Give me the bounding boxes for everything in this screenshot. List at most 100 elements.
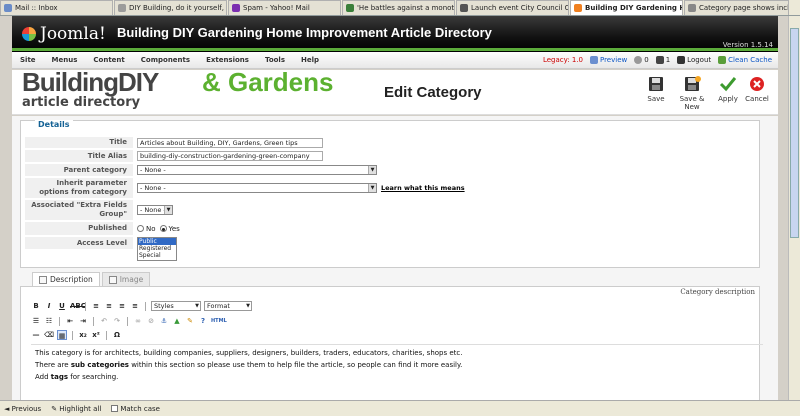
logout-link[interactable]: Logout <box>677 56 711 64</box>
brand-text-green: & Gardens <box>202 71 334 97</box>
align-right-icon[interactable]: ≡ <box>117 301 127 311</box>
align-justify-icon[interactable]: ≡ <box>130 301 140 311</box>
extra-fields-select[interactable]: - None - ▼ <box>137 205 173 215</box>
align-left-icon[interactable]: ≡ <box>91 301 101 311</box>
save-button[interactable]: Save <box>638 76 674 103</box>
details-fieldset: Details Title Articles about Building, D… <box>20 120 760 268</box>
visual-aid-icon[interactable]: ▦ <box>57 330 67 340</box>
save-new-button[interactable]: Save & New <box>674 76 710 111</box>
messages-icon <box>634 56 643 64</box>
browser-tab-active[interactable]: Building DIY Gardening H...× <box>570 0 683 15</box>
browser-tab[interactable]: 'He battles against a monoton... <box>342 0 455 15</box>
joomla-logo: Joomla! <box>22 24 106 44</box>
menu-tools[interactable]: Tools <box>257 56 293 64</box>
outdent-icon[interactable]: ⇤ <box>65 316 75 326</box>
browser-tab[interactable]: Launch event City Council Cha... <box>456 0 569 15</box>
browser-window: Mail :: Inbox DIY Building, do it yourse… <box>0 0 800 416</box>
published-yes-radio[interactable] <box>159 225 167 232</box>
alias-row: Title Alias building-diy-construction-ga… <box>25 150 757 162</box>
match-case-checkbox[interactable]: Match case <box>111 405 160 413</box>
browser-tab[interactable]: Mail :: Inbox <box>0 0 113 15</box>
inherit-row: Inherit parameter options from category … <box>25 178 757 198</box>
apply-label: Apply <box>718 95 738 103</box>
horizontal-rule-icon[interactable]: — <box>31 330 41 340</box>
menu-extensions[interactable]: Extensions <box>198 56 257 64</box>
undo-icon[interactable]: ↶ <box>99 316 109 326</box>
align-center-icon[interactable]: ≡ <box>104 301 114 311</box>
access-level-listbox[interactable]: Public Registered Special <box>137 237 177 261</box>
html-source-button[interactable]: HTML <box>211 316 227 326</box>
published-no-radio[interactable] <box>137 225 144 232</box>
published-yes-label: Yes <box>168 224 180 233</box>
highlight-all-button[interactable]: ✎ Highlight all <box>51 405 101 413</box>
strikethrough-button[interactable]: ABC <box>70 301 86 311</box>
access-option-public[interactable]: Public <box>138 238 176 245</box>
toolbar-divider <box>85 301 86 311</box>
editor-toolbar-row-3: — ⌫ ▦ x₂ x² Ω <box>31 330 122 340</box>
anchor-icon[interactable]: ⚓ <box>159 316 169 326</box>
bold-button[interactable]: B <box>31 301 41 311</box>
browser-tab[interactable]: Category page shows include... <box>684 0 789 15</box>
redo-icon[interactable]: ↷ <box>112 316 122 326</box>
special-char-icon[interactable]: Ω <box>112 330 122 340</box>
users-online[interactable]: 1 <box>655 56 670 64</box>
clean-cache-link[interactable]: Clean Cache <box>718 56 772 64</box>
inherit-select[interactable]: - None - ▼ <box>137 183 377 193</box>
cancel-icon <box>750 77 764 91</box>
menu-menus[interactable]: Menus <box>44 56 86 64</box>
format-dropdown[interactable]: Format ▼ <box>204 301 252 311</box>
access-option-special[interactable]: Special <box>138 252 176 259</box>
menu-components[interactable]: Components <box>133 56 198 64</box>
text-run: Add <box>35 373 51 381</box>
toolbar-divider <box>59 316 60 326</box>
logout-icon <box>677 56 686 64</box>
description-textarea[interactable]: This category is for architects, buildin… <box>31 344 763 404</box>
numbered-list-icon[interactable]: ☷ <box>44 316 54 326</box>
admin-menu: Site Menus Content Components Extensions… <box>12 52 778 69</box>
indent-icon[interactable]: ⇥ <box>78 316 88 326</box>
title-input[interactable]: Articles about Building, DIY, Gardens, G… <box>137 137 323 148</box>
extra-fields-row: Associated "Extra Fields Group" - None -… <box>25 200 757 220</box>
save-new-icon <box>685 76 701 91</box>
preview-icon <box>589 56 598 64</box>
messages-count[interactable]: 0 <box>634 56 649 64</box>
tab-image[interactable]: Image <box>101 272 151 286</box>
italic-button[interactable]: I <box>44 301 54 311</box>
styles-dropdown[interactable]: Styles ▼ <box>151 301 201 311</box>
cleanup-icon[interactable]: ✎ <box>185 316 195 326</box>
scrollbar-thumb[interactable] <box>790 28 799 238</box>
link-icon[interactable]: ∞ <box>133 316 143 326</box>
page-icon <box>688 4 696 12</box>
brand-subtitle: article directory <box>22 95 141 110</box>
chevron-down-icon: ▼ <box>195 303 199 309</box>
preview-link[interactable]: Preview <box>589 56 627 64</box>
menu-help[interactable]: Help <box>293 56 327 64</box>
menu-site[interactable]: Site <box>12 56 44 64</box>
unlink-icon[interactable]: ⊘ <box>146 316 156 326</box>
learn-more-link[interactable]: Learn what this means <box>381 184 465 192</box>
superscript-icon[interactable]: x² <box>91 330 101 340</box>
main-content: Details Title Articles about Building, D… <box>12 116 778 406</box>
subscript-icon[interactable]: x₂ <box>78 330 88 340</box>
find-bar: ◄ Previous ✎ Highlight all Match case <box>0 400 800 416</box>
parent-category-select[interactable]: - None - ▼ <box>137 165 377 175</box>
find-previous-button[interactable]: ◄ Previous <box>4 405 41 413</box>
access-option-registered[interactable]: Registered <box>138 245 176 252</box>
tab-description[interactable]: Description <box>32 272 100 286</box>
browser-tab[interactable]: DIY Building, do it yourself, gr... <box>114 0 227 15</box>
help-icon[interactable]: ? <box>198 316 208 326</box>
browser-tab[interactable]: Spam - Yahoo! Mail <box>228 0 341 15</box>
insert-image-icon[interactable]: ▲ <box>172 316 182 326</box>
tab-title: Mail :: Inbox <box>15 4 58 12</box>
remove-format-icon[interactable]: ⌫ <box>44 330 54 340</box>
vertical-scrollbar[interactable] <box>788 16 800 400</box>
alias-input[interactable]: building-diy-construction-gardening-gree… <box>137 151 323 161</box>
admin-header: Joomla! Building DIY Gardening Home Impr… <box>12 16 778 52</box>
toolbar-divider <box>145 301 146 311</box>
underline-button[interactable]: U <box>57 301 67 311</box>
bullet-list-icon[interactable]: ☰ <box>31 316 41 326</box>
alias-label: Title Alias <box>25 150 133 162</box>
menu-content[interactable]: Content <box>85 56 132 64</box>
cancel-button[interactable]: Cancel <box>739 76 775 103</box>
chevron-down-icon: ▼ <box>368 166 376 174</box>
